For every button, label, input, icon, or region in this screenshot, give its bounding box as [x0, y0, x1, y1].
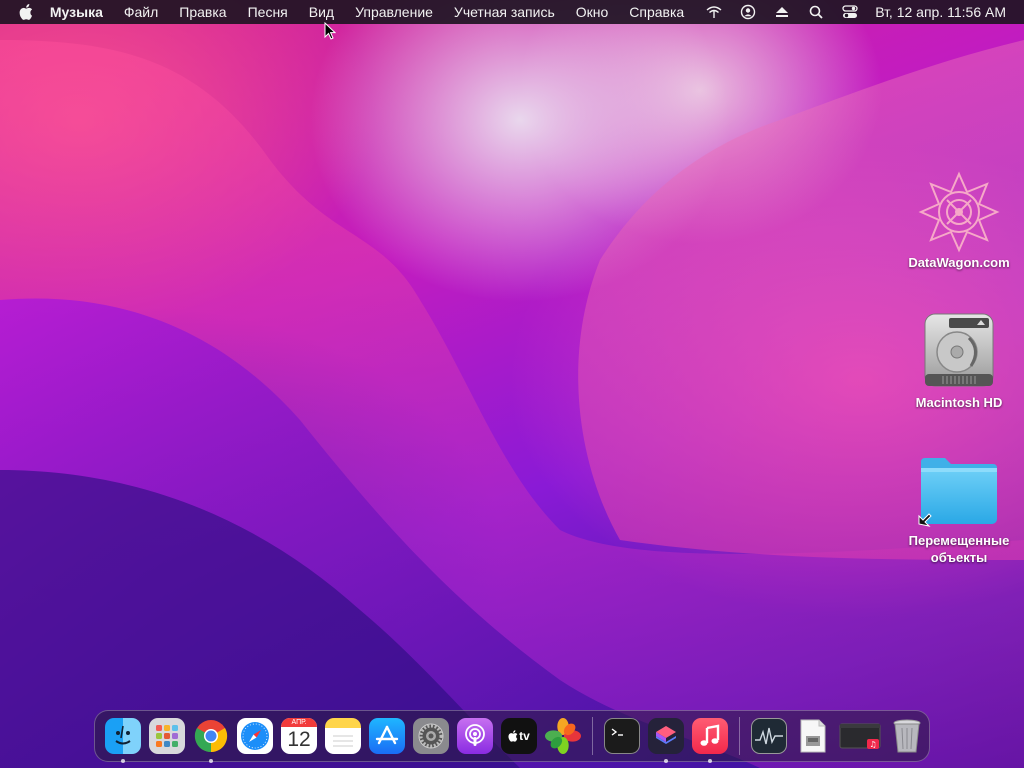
- running-indicator: [209, 759, 213, 763]
- app-store-icon: [375, 725, 399, 745]
- menu-help[interactable]: Справка: [629, 0, 684, 24]
- menu-bar-extras: Вт, 12 апр. 11:56 AM: [705, 0, 1024, 24]
- chrome-icon: [194, 720, 228, 753]
- calendar-month: АПР.: [281, 718, 317, 727]
- dock-chrome[interactable]: [193, 718, 229, 763]
- desktop-icon-label: Macintosh HD: [915, 395, 1003, 410]
- safari-icon: [241, 722, 269, 750]
- finder-icon: [115, 725, 131, 745]
- dock: АПР. 12 tv ♫: [94, 710, 930, 763]
- activity-monitor-icon: [755, 727, 783, 745]
- dock-shortcuts[interactable]: [648, 718, 684, 763]
- menu-window[interactable]: Окно: [576, 0, 609, 24]
- dock-notes[interactable]: [325, 718, 361, 754]
- dock-activity-monitor[interactable]: [751, 718, 787, 754]
- shortcuts-icon: [656, 726, 676, 744]
- running-indicator: [121, 759, 125, 763]
- gear-icon: [418, 723, 444, 749]
- apple-menu-icon[interactable]: [18, 4, 34, 20]
- wifi-icon[interactable]: [705, 3, 723, 21]
- dock-calendar[interactable]: АПР. 12: [281, 718, 317, 754]
- trash-icon: [893, 719, 921, 753]
- menu-bar: Музыка Файл Правка Песня Вид Управление …: [0, 0, 1024, 24]
- dock-photos-clover[interactable]: [545, 718, 581, 754]
- menu-account[interactable]: Учетная запись: [454, 0, 555, 24]
- desktop-icon-relocated-items[interactable]: Перемещенные объекты: [894, 452, 1024, 566]
- menu-edit[interactable]: Правка: [179, 0, 226, 24]
- clover-app-icon: [545, 718, 581, 754]
- notes-icon: [333, 735, 353, 747]
- menu-song[interactable]: Песня: [248, 0, 288, 24]
- desktop-icon-datawagon[interactable]: DataWagon.com: [894, 170, 1024, 271]
- calendar-day: 12: [287, 728, 311, 751]
- dock-preview-document[interactable]: [795, 718, 831, 754]
- dock-separator: [739, 717, 740, 755]
- menu-bar-clock[interactable]: Вт, 12 апр. 11:56 AM: [875, 4, 1006, 20]
- dock-podcasts[interactable]: [457, 718, 493, 754]
- dock-apple-tv[interactable]: tv: [501, 718, 537, 754]
- eject-icon[interactable]: [773, 3, 791, 21]
- folder-alias-icon: [918, 458, 997, 527]
- desktop-icon-label: DataWagon.com: [908, 255, 1010, 270]
- dock-launchpad[interactable]: [149, 718, 185, 754]
- menu-view[interactable]: Вид: [309, 0, 334, 24]
- dock-terminal[interactable]: [604, 718, 640, 754]
- dock-system-preferences[interactable]: [413, 718, 449, 754]
- dock-safari[interactable]: [237, 718, 273, 754]
- control-center-icon[interactable]: [841, 3, 859, 21]
- desktop-icon-macintosh-hd[interactable]: Macintosh HD: [894, 310, 1024, 411]
- svg-text:♫: ♫: [869, 740, 876, 749]
- desktop-icon-label: Перемещенные объекты: [908, 533, 1010, 565]
- wallpaper: [0, 40, 1024, 768]
- dock-separator: [592, 717, 593, 755]
- document-icon: [800, 719, 826, 753]
- user-account-icon[interactable]: [739, 3, 757, 21]
- menu-controls[interactable]: Управление: [355, 0, 433, 24]
- running-indicator: [664, 759, 668, 763]
- menu-file[interactable]: Файл: [124, 0, 158, 24]
- dock-trash[interactable]: [889, 718, 925, 754]
- dock-music[interactable]: [692, 718, 728, 763]
- music-note-icon: [700, 724, 720, 746]
- menu-app-name[interactable]: Музыка: [50, 0, 103, 24]
- dock-app-store[interactable]: [369, 718, 405, 754]
- launchpad-icon: [156, 725, 178, 747]
- dock-finder[interactable]: [105, 718, 141, 763]
- apple-logo-icon: [508, 730, 518, 742]
- desktop: Музыка Файл Правка Песня Вид Управление …: [0, 0, 1024, 768]
- running-indicator: [708, 759, 712, 763]
- minimized-window-icon: ♫: [839, 723, 881, 749]
- terminal-icon: [611, 728, 623, 736]
- mouse-cursor-icon: [324, 22, 336, 40]
- datawagon-logo-icon: [918, 171, 1000, 253]
- dock-music-window[interactable]: ♫: [839, 718, 881, 754]
- hard-drive-icon: [924, 313, 994, 387]
- podcasts-icon: [465, 724, 485, 746]
- apple-tv-label: tv: [519, 729, 530, 743]
- search-icon[interactable]: [807, 3, 825, 21]
